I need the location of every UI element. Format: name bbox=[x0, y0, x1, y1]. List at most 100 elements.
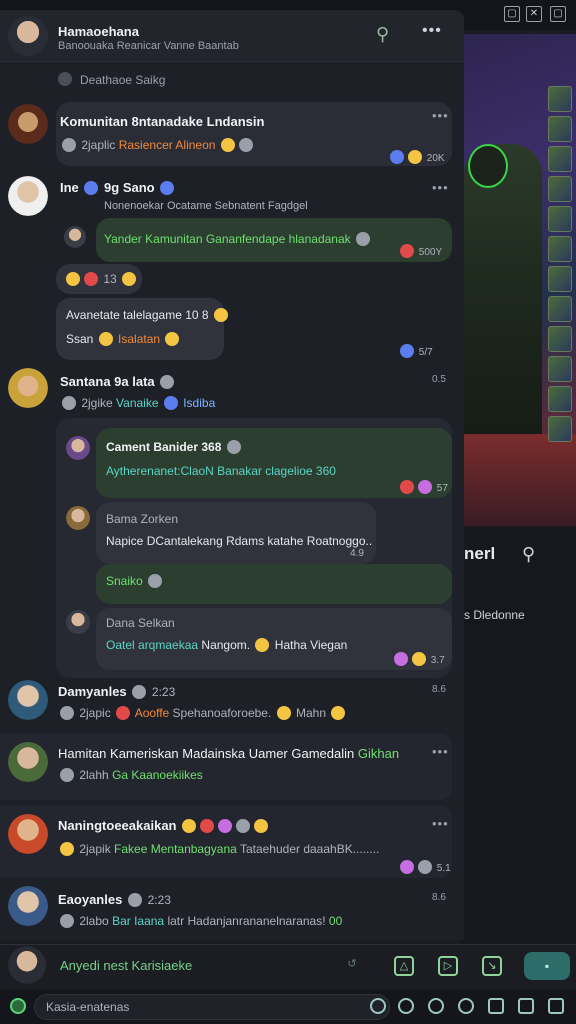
avatar[interactable] bbox=[66, 610, 90, 634]
group-meta: 2japlic Rasiencer Alineon bbox=[60, 138, 255, 152]
more-icon[interactable]: ••• bbox=[432, 816, 449, 831]
chat-name: Damyanles 2:23 bbox=[58, 684, 175, 699]
chat-panel: Hamaoehana Banoouaka Reanicar Vanne Baan… bbox=[0, 10, 464, 940]
chat-title: Hamaoehana bbox=[58, 24, 139, 39]
thumbnail[interactable] bbox=[548, 326, 572, 352]
avatar[interactable] bbox=[66, 506, 90, 530]
check-icon bbox=[355, 232, 370, 246]
avatar[interactable] bbox=[8, 946, 46, 984]
emoji-icon bbox=[400, 344, 414, 358]
chat-preview-highlight: Fakee Mentanbagyana bbox=[114, 842, 237, 856]
avatar[interactable] bbox=[64, 226, 86, 248]
refresh-icon[interactable] bbox=[370, 998, 386, 1014]
reply-text-tail: Hatha Viegan bbox=[274, 638, 348, 652]
close-icon[interactable]: ✕ bbox=[526, 6, 542, 22]
sender-meta-prefix: 2jgike bbox=[81, 396, 113, 410]
reactions[interactable]: 500Y bbox=[398, 244, 442, 258]
app-icon[interactable] bbox=[10, 998, 26, 1014]
thumbnail[interactable] bbox=[548, 356, 572, 382]
send-arrow-icon[interactable]: ▷ bbox=[438, 956, 458, 976]
more-icon[interactable]: ••• bbox=[432, 744, 449, 759]
reactions[interactable]: 3.7 bbox=[392, 652, 445, 666]
message-input[interactable]: Anyedi nest Karisiaeke bbox=[60, 958, 192, 973]
timestamp: 0.5 bbox=[432, 374, 446, 385]
app-root: ▢ ✕ ▢ nerl ⚲ s Dledonne Hamaoehana Banoo… bbox=[0, 0, 576, 1024]
group-icon bbox=[60, 914, 74, 928]
system-notice-text: Deathaoe Saikg bbox=[80, 73, 166, 87]
reactions[interactable]: 5/7 bbox=[398, 344, 433, 358]
group-meta-highlight: Rasiencer Alineon bbox=[118, 138, 216, 152]
chat-row[interactable] bbox=[0, 734, 452, 800]
system-notice: Deathaoe Saikg bbox=[58, 72, 165, 87]
image-icon[interactable] bbox=[518, 998, 534, 1014]
quote-text: Aytherenanet:ClaoN Banakar clagelioe 360 bbox=[106, 464, 336, 478]
avatar[interactable] bbox=[8, 814, 48, 854]
avatar[interactable] bbox=[8, 886, 48, 926]
sender-name-text: Santana 9a lata bbox=[60, 374, 155, 389]
gif-icon[interactable] bbox=[458, 998, 474, 1014]
search-icon[interactable]: ⚲ bbox=[522, 544, 535, 565]
quote-name-text: Cament Banider 368 bbox=[106, 440, 222, 454]
avatar[interactable] bbox=[66, 436, 90, 460]
thumbnail[interactable] bbox=[548, 176, 572, 202]
avatar[interactable] bbox=[8, 16, 48, 56]
more-icon[interactable]: ••• bbox=[422, 22, 442, 40]
more-icon[interactable]: ••• bbox=[432, 108, 449, 123]
chat-name: Hamitan Kameriskan Madainska Uamer Gamed… bbox=[58, 746, 399, 761]
thumbnail[interactable] bbox=[548, 266, 572, 292]
emoji-icon[interactable] bbox=[398, 998, 414, 1014]
maximize-icon[interactable]: ▢ bbox=[550, 6, 566, 22]
reactions[interactable]: 20K bbox=[388, 150, 445, 164]
reactions[interactable]: 57 bbox=[398, 480, 448, 494]
search-icon[interactable]: ⚲ bbox=[376, 24, 389, 45]
thumbnail[interactable] bbox=[548, 236, 572, 262]
avatar[interactable] bbox=[8, 176, 48, 216]
chat-header: Hamaoehana Banoouaka Reanicar Vanne Baan… bbox=[0, 10, 464, 62]
globe-icon bbox=[84, 181, 99, 195]
record-icon[interactable] bbox=[428, 998, 444, 1014]
thumbnail[interactable] bbox=[548, 116, 572, 142]
avatar[interactable] bbox=[8, 368, 48, 408]
thumbnail[interactable] bbox=[548, 386, 572, 412]
emoji-icon bbox=[331, 706, 346, 720]
sticker-icon[interactable] bbox=[488, 998, 504, 1014]
avatar[interactable] bbox=[8, 742, 48, 782]
timestamp: 8.6 bbox=[432, 892, 446, 903]
sender-name-text: Ine bbox=[60, 180, 79, 195]
thumbnail-strip bbox=[548, 86, 574, 446]
emoji-icon bbox=[122, 272, 137, 286]
upload-icon[interactable]: △ bbox=[394, 956, 414, 976]
timestamp: 8.6 bbox=[432, 684, 446, 695]
reply-name: Dana Selkan bbox=[106, 616, 175, 630]
thumbnail[interactable] bbox=[548, 206, 572, 232]
more-icon[interactable]: ••• bbox=[432, 180, 449, 195]
chat-name-text: Naningtoeeakaikan bbox=[58, 818, 177, 833]
avatar[interactable] bbox=[8, 680, 48, 720]
expand-icon[interactable]: ↘ bbox=[482, 956, 502, 976]
chat-preview-tail: latr Hadanjanrananelnaranas! bbox=[167, 914, 326, 928]
restore-icon[interactable]: ▢ bbox=[504, 6, 520, 22]
thumbnail[interactable] bbox=[548, 146, 572, 172]
send-button[interactable]: ▪ bbox=[524, 952, 570, 980]
thumbnail[interactable] bbox=[548, 416, 572, 442]
helmet-shape bbox=[468, 144, 508, 188]
thumbnail[interactable] bbox=[548, 296, 572, 322]
emoji-icon bbox=[66, 272, 80, 286]
thumbnail[interactable] bbox=[548, 86, 572, 112]
reactions[interactable]: 4.9 bbox=[350, 548, 364, 559]
reaction-count: 500Y bbox=[418, 247, 443, 258]
reply-text: Napice DCantalekang Rdams katahe Roatnog… bbox=[106, 534, 373, 548]
refresh-icon[interactable]: ↺ bbox=[342, 956, 362, 976]
reaction-count: 20K bbox=[426, 153, 445, 164]
chat-name-highlight: Gikhan bbox=[357, 746, 400, 761]
chat-preview-highlight: Ga Kaanoekiikes bbox=[112, 768, 203, 782]
file-icon[interactable] bbox=[548, 998, 564, 1014]
chat-preview-tail-highlight: 00 bbox=[328, 914, 343, 928]
emoji-icon bbox=[213, 308, 228, 322]
avatar[interactable] bbox=[8, 104, 48, 144]
reaction-count: 57 bbox=[436, 483, 448, 494]
reactions[interactable]: 5.1 bbox=[398, 860, 451, 874]
sender-name: Santana 9a lata bbox=[60, 374, 176, 389]
reply-text-content: Snaiko bbox=[106, 574, 143, 588]
message-text-content: Avanetate talelagame 10 8 bbox=[66, 308, 209, 322]
